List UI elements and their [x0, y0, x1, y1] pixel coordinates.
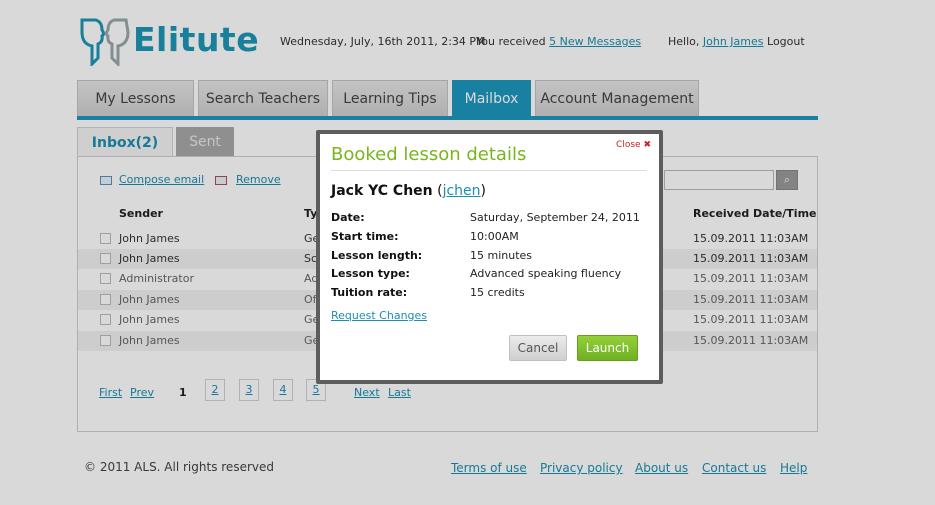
detail-label-date: Date: — [331, 211, 365, 224]
detail-label-start: Start time: — [331, 230, 399, 243]
modal-close-button[interactable]: Close ✖ — [616, 140, 651, 150]
request-changes-link[interactable]: Request Changes — [331, 309, 427, 322]
detail-value-start: 10:00AM — [470, 230, 519, 243]
teacher-line: Jack YC Chen (jchen) — [331, 183, 486, 199]
cancel-button[interactable]: Cancel — [509, 335, 567, 361]
launch-button[interactable]: Launch — [577, 335, 638, 361]
detail-value-type: Advanced speaking fluency — [470, 267, 622, 280]
close-icon: ✖ — [643, 140, 651, 150]
detail-label-rate: Tuition rate: — [331, 286, 408, 299]
teacher-paren-close: ) — [480, 183, 486, 199]
detail-value-date: Saturday, September 24, 2011 — [470, 211, 640, 224]
teacher-handle-link[interactable]: jchen — [443, 183, 481, 199]
close-label: Close — [616, 140, 641, 150]
modal-title: Booked lesson details — [331, 144, 527, 165]
detail-value-length: 15 minutes — [470, 249, 533, 262]
detail-value-rate: 15 credits — [470, 286, 525, 299]
booked-lesson-modal: Booked lesson details Close ✖ Jack YC Ch… — [320, 134, 659, 380]
detail-label-type: Lesson type: — [331, 267, 410, 280]
detail-label-length: Lesson length: — [331, 249, 423, 262]
teacher-name: Jack YC Chen — [331, 183, 433, 199]
modal-divider — [331, 170, 647, 171]
